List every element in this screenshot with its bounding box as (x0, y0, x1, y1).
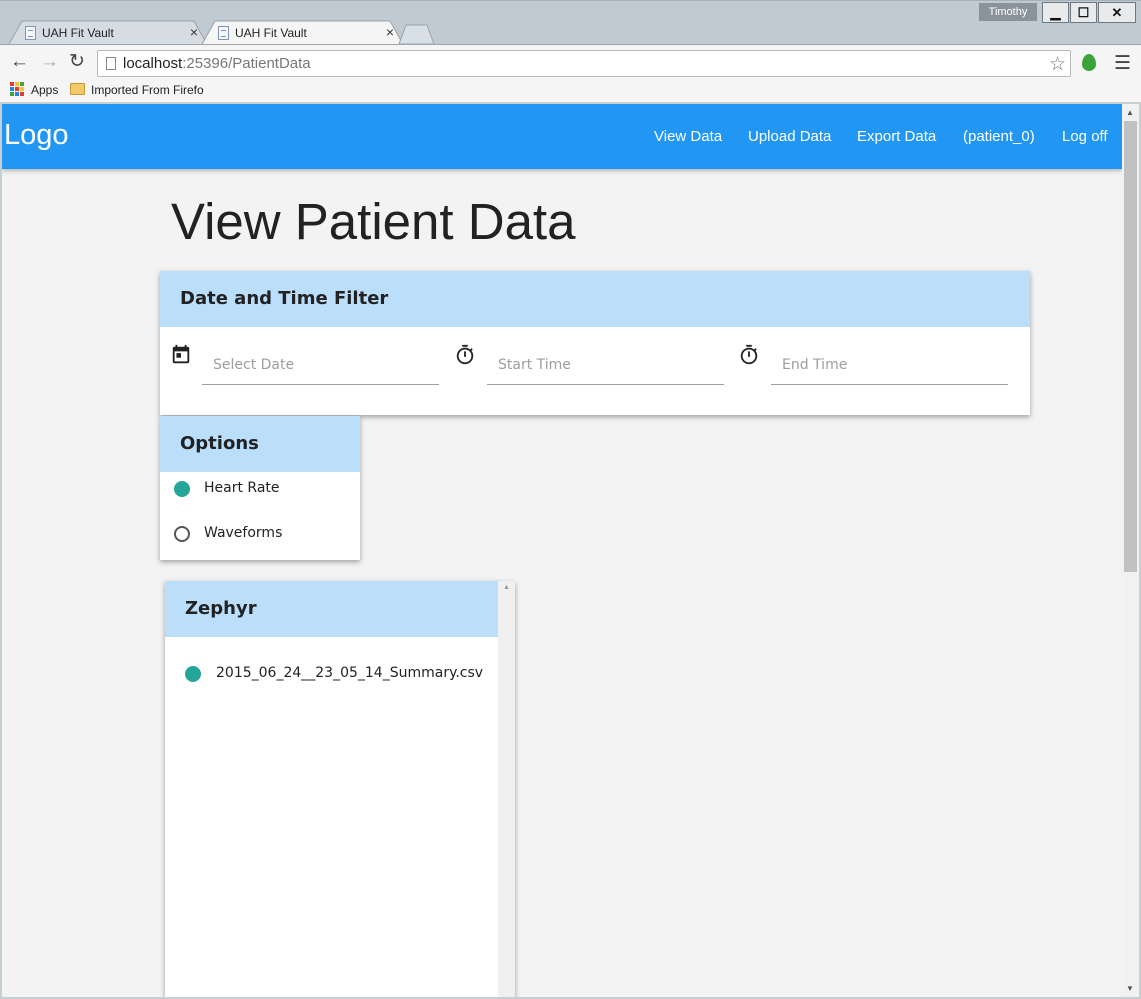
bookmark-folder-imported[interactable]: Imported From Firefo (91, 83, 204, 97)
zephyr-card: Zephyr 2015_06_24__23_05_14_Summary.csv … (165, 581, 515, 997)
scrollbar-thumb[interactable] (1124, 121, 1137, 572)
reload-icon[interactable]: ↻ (69, 52, 85, 72)
address-bar[interactable]: localhost:25396/PatientData ☆ (97, 50, 1071, 77)
url-text: localhost:25396/PatientData (123, 55, 311, 72)
close-window-button[interactable]: ✕ (1098, 2, 1136, 23)
file-list-item[interactable]: 2015_06_24__23_05_14_Summary.csv (165, 662, 485, 686)
card-scrollbar[interactable]: ▲ (498, 581, 515, 997)
nav-log-off[interactable]: Log off (1062, 128, 1108, 145)
card-header: Options (160, 416, 360, 472)
radio-selected-icon[interactable] (185, 666, 201, 682)
file-name: 2015_06_24__23_05_14_Summary.csv (216, 665, 484, 681)
start-time-input[interactable] (487, 345, 724, 373)
tab-title: UAH Fit Vault (42, 26, 114, 40)
end-time-field[interactable] (771, 345, 1008, 385)
nav-view-data[interactable]: View Data (654, 128, 722, 145)
logo[interactable]: Logo (4, 119, 69, 152)
browser-toolbar: ← → ↻ localhost:25396/PatientData ☆ ☰ (0, 44, 1141, 80)
scroll-up-icon[interactable]: ▲ (1126, 108, 1134, 117)
minimize-button[interactable]: ▁ (1042, 2, 1069, 23)
page-icon (218, 26, 229, 40)
radio-unselected-icon[interactable] (174, 526, 190, 542)
back-icon[interactable]: ← (10, 52, 29, 72)
maximize-button[interactable]: ☐ (1070, 2, 1097, 23)
stopwatch-icon[interactable] (738, 343, 760, 367)
page-viewport: Logo View Data Upload Data Export Data (… (2, 104, 1122, 997)
end-time-input[interactable] (771, 345, 1008, 373)
bookmarks-bar: Apps Imported From Firefo (0, 80, 1141, 103)
apps-icon[interactable] (10, 82, 24, 96)
app-navbar: Logo View Data Upload Data Export Data (… (2, 104, 1122, 169)
url-host: localhost (123, 55, 183, 72)
card-title: Date and Time Filter (180, 288, 389, 309)
url-path: :25396/PatientData (182, 55, 311, 72)
scroll-down-icon[interactable]: ▼ (1126, 984, 1134, 993)
nav-export-data[interactable]: Export Data (857, 128, 936, 145)
page-title: View Patient Data (171, 193, 576, 250)
calendar-icon[interactable] (170, 343, 192, 367)
scroll-up-icon[interactable]: ▲ (503, 584, 510, 591)
close-tab-icon[interactable]: × (190, 24, 198, 40)
tab-title: UAH Fit Vault (235, 26, 307, 40)
window-titlebar: Timothy ▁ ☐ ✕ UAH Fit Vault × UAH Fit Va… (0, 0, 1141, 46)
page-icon (25, 26, 36, 40)
profile-badge[interactable]: Timothy (979, 3, 1037, 21)
folder-icon (70, 83, 85, 95)
option-waveforms[interactable]: Waveforms (160, 522, 360, 546)
new-tab-button[interactable] (398, 24, 436, 45)
page-info-icon (106, 57, 116, 70)
nav-upload-data[interactable]: Upload Data (748, 128, 831, 145)
card-title: Options (180, 433, 259, 454)
forward-icon[interactable]: → (40, 52, 59, 72)
option-heart-rate[interactable]: Heart Rate (160, 477, 360, 501)
card-header: Zephyr (165, 581, 498, 637)
tab-uah-fit-vault-2[interactable]: UAH Fit Vault × (201, 20, 404, 46)
card-header: Date and Time Filter (160, 271, 1030, 327)
bookmark-star-icon[interactable]: ☆ (1049, 53, 1066, 76)
option-label: Waveforms (204, 525, 283, 541)
radio-selected-icon[interactable] (174, 481, 190, 497)
extension-leaf-icon[interactable] (1082, 54, 1096, 71)
date-time-filter-card: Date and Time Filter (160, 271, 1030, 415)
bookmark-apps[interactable]: Apps (31, 83, 58, 97)
menu-icon[interactable]: ☰ (1114, 52, 1131, 75)
options-card: Options Heart Rate Waveforms (160, 416, 360, 560)
select-date-input[interactable] (202, 345, 439, 373)
card-title: Zephyr (185, 598, 257, 619)
select-date-field[interactable] (202, 345, 439, 385)
start-time-field[interactable] (487, 345, 724, 385)
close-tab-icon[interactable]: × (386, 24, 394, 40)
stopwatch-icon[interactable] (454, 343, 476, 367)
option-label: Heart Rate (204, 480, 280, 496)
tab-uah-fit-vault-1[interactable]: UAH Fit Vault × (8, 20, 208, 46)
nav-user-account[interactable]: (patient_0) (963, 128, 1035, 145)
page-scrollbar[interactable]: ▲ ▼ (1122, 104, 1139, 997)
